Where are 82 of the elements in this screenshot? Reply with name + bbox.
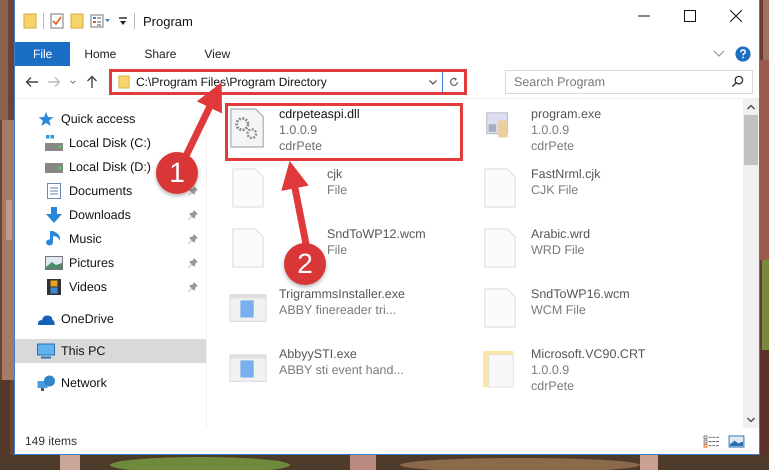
sidebar-item[interactable]: Documents (15, 179, 136, 203)
drive-icon (45, 135, 63, 151)
file-detail: cdrPete (531, 378, 576, 394)
recent-dropdown-icon[interactable] (69, 78, 77, 86)
pin-icon[interactable] (188, 210, 198, 220)
sidebar-item[interactable]: Pictures (15, 251, 118, 275)
sidebar-item[interactable]: Quick access (15, 107, 140, 131)
scroll-down-icon[interactable] (746, 416, 756, 424)
download-arrow-icon (45, 207, 63, 223)
dropdown-icon[interactable] (428, 77, 438, 87)
network-icon (37, 375, 55, 391)
sidebar-item[interactable]: OneDrive (15, 307, 118, 331)
file-name[interactable]: cdrpeteaspi.dll (279, 106, 360, 122)
file-detail: File (327, 182, 348, 198)
ribbon-tab[interactable]: View (190, 42, 244, 66)
properties-icon[interactable] (90, 13, 112, 29)
search-field[interactable]: Search Program (505, 70, 753, 94)
dropdown-icon[interactable] (118, 15, 128, 27)
film-icon (45, 279, 63, 295)
scroll-thumb[interactable] (744, 115, 758, 165)
folder-icon[interactable] (23, 13, 37, 29)
pin-icon[interactable] (188, 258, 198, 268)
window-title: Program (143, 14, 193, 28)
file-name[interactable]: TrigrammsInstaller.exe (279, 286, 405, 302)
sidebar-item[interactable]: Videos (15, 275, 111, 299)
folder-icon (118, 75, 130, 89)
star-icon (37, 111, 55, 127)
file-name[interactable]: Arabic.wrd (531, 226, 590, 242)
address-bar[interactable]: C:\Program Files\Program Directory (109, 69, 467, 95)
up-arrow-icon[interactable] (85, 75, 99, 89)
thumbnail-view-icon[interactable] (728, 434, 745, 448)
file-detail: cdrPete (279, 138, 324, 154)
minimize-icon (638, 15, 650, 17)
file-name[interactable]: program.exe (531, 106, 602, 122)
sidebar-item[interactable]: Network (15, 371, 111, 395)
scroll-up-icon[interactable] (746, 103, 756, 111)
pin-icon[interactable] (188, 186, 198, 196)
file-name[interactable]: SndToWP16.wcm (531, 286, 630, 302)
document-icon (45, 183, 63, 199)
address-path: C:\Program Files\Program Directory (136, 75, 328, 89)
image-icon (45, 255, 63, 271)
monitor-icon (37, 343, 55, 359)
forward-arrow-icon[interactable] (47, 75, 61, 89)
file-detail: CJK File (531, 182, 580, 198)
close-icon (730, 10, 742, 22)
maximize-icon (684, 10, 696, 22)
sidebar-item[interactable]: This PC (15, 339, 206, 363)
ribbon-tab[interactable]: Share (130, 42, 190, 66)
pin-icon[interactable] (188, 234, 198, 244)
file-detail: WRD File (531, 242, 586, 258)
highlighted-file-item[interactable]: cdrpeteaspi.dll 1.0.0.9 cdrPete (225, 103, 463, 161)
help-icon[interactable] (735, 46, 751, 62)
sidebar-item[interactable]: Downloads (15, 203, 135, 227)
file-name[interactable]: FastNrml.cjk (531, 166, 600, 182)
sidebar-item[interactable]: Music (15, 227, 106, 251)
item-count: 149 items (25, 434, 78, 448)
expand-ribbon-icon[interactable] (713, 50, 725, 58)
sidebar-item[interactable]: Local Disk (D:) (15, 155, 155, 179)
file-detail: WCM File (531, 302, 587, 318)
refresh-icon (448, 76, 460, 88)
file-detail: 1.0.0.9 (531, 122, 570, 138)
search-icon[interactable] (731, 75, 744, 88)
checklist-icon[interactable] (50, 13, 64, 29)
file-detail: File (327, 242, 348, 258)
details-view-icon[interactable] (703, 434, 720, 448)
ribbon-tab[interactable]: File (15, 42, 70, 66)
pin-icon[interactable] (188, 282, 198, 292)
back-arrow-icon[interactable] (25, 75, 39, 89)
file-name[interactable]: Microsoft.VC90.CRT (531, 346, 646, 362)
ribbon-tab[interactable]: Home (70, 42, 130, 66)
scrollbar[interactable] (743, 99, 759, 428)
file-detail: 1.0.0.9 (279, 122, 318, 138)
file-detail: cdrPete (531, 138, 576, 154)
file-name[interactable]: cjk (327, 166, 348, 182)
file-name[interactable]: AbbyySTI.exe (279, 346, 404, 362)
music-note-icon (45, 231, 63, 247)
file-detail: ABBY sti event hand... (279, 362, 404, 378)
sidebar-item[interactable]: Local Disk (C:) (15, 131, 155, 155)
file-name[interactable]: SndToWP12.wcm (327, 226, 426, 242)
folder-icon[interactable] (70, 13, 84, 29)
file-detail: ABBY finereader tri... (279, 302, 398, 318)
file-detail: 1.0.0.9 (531, 362, 570, 378)
